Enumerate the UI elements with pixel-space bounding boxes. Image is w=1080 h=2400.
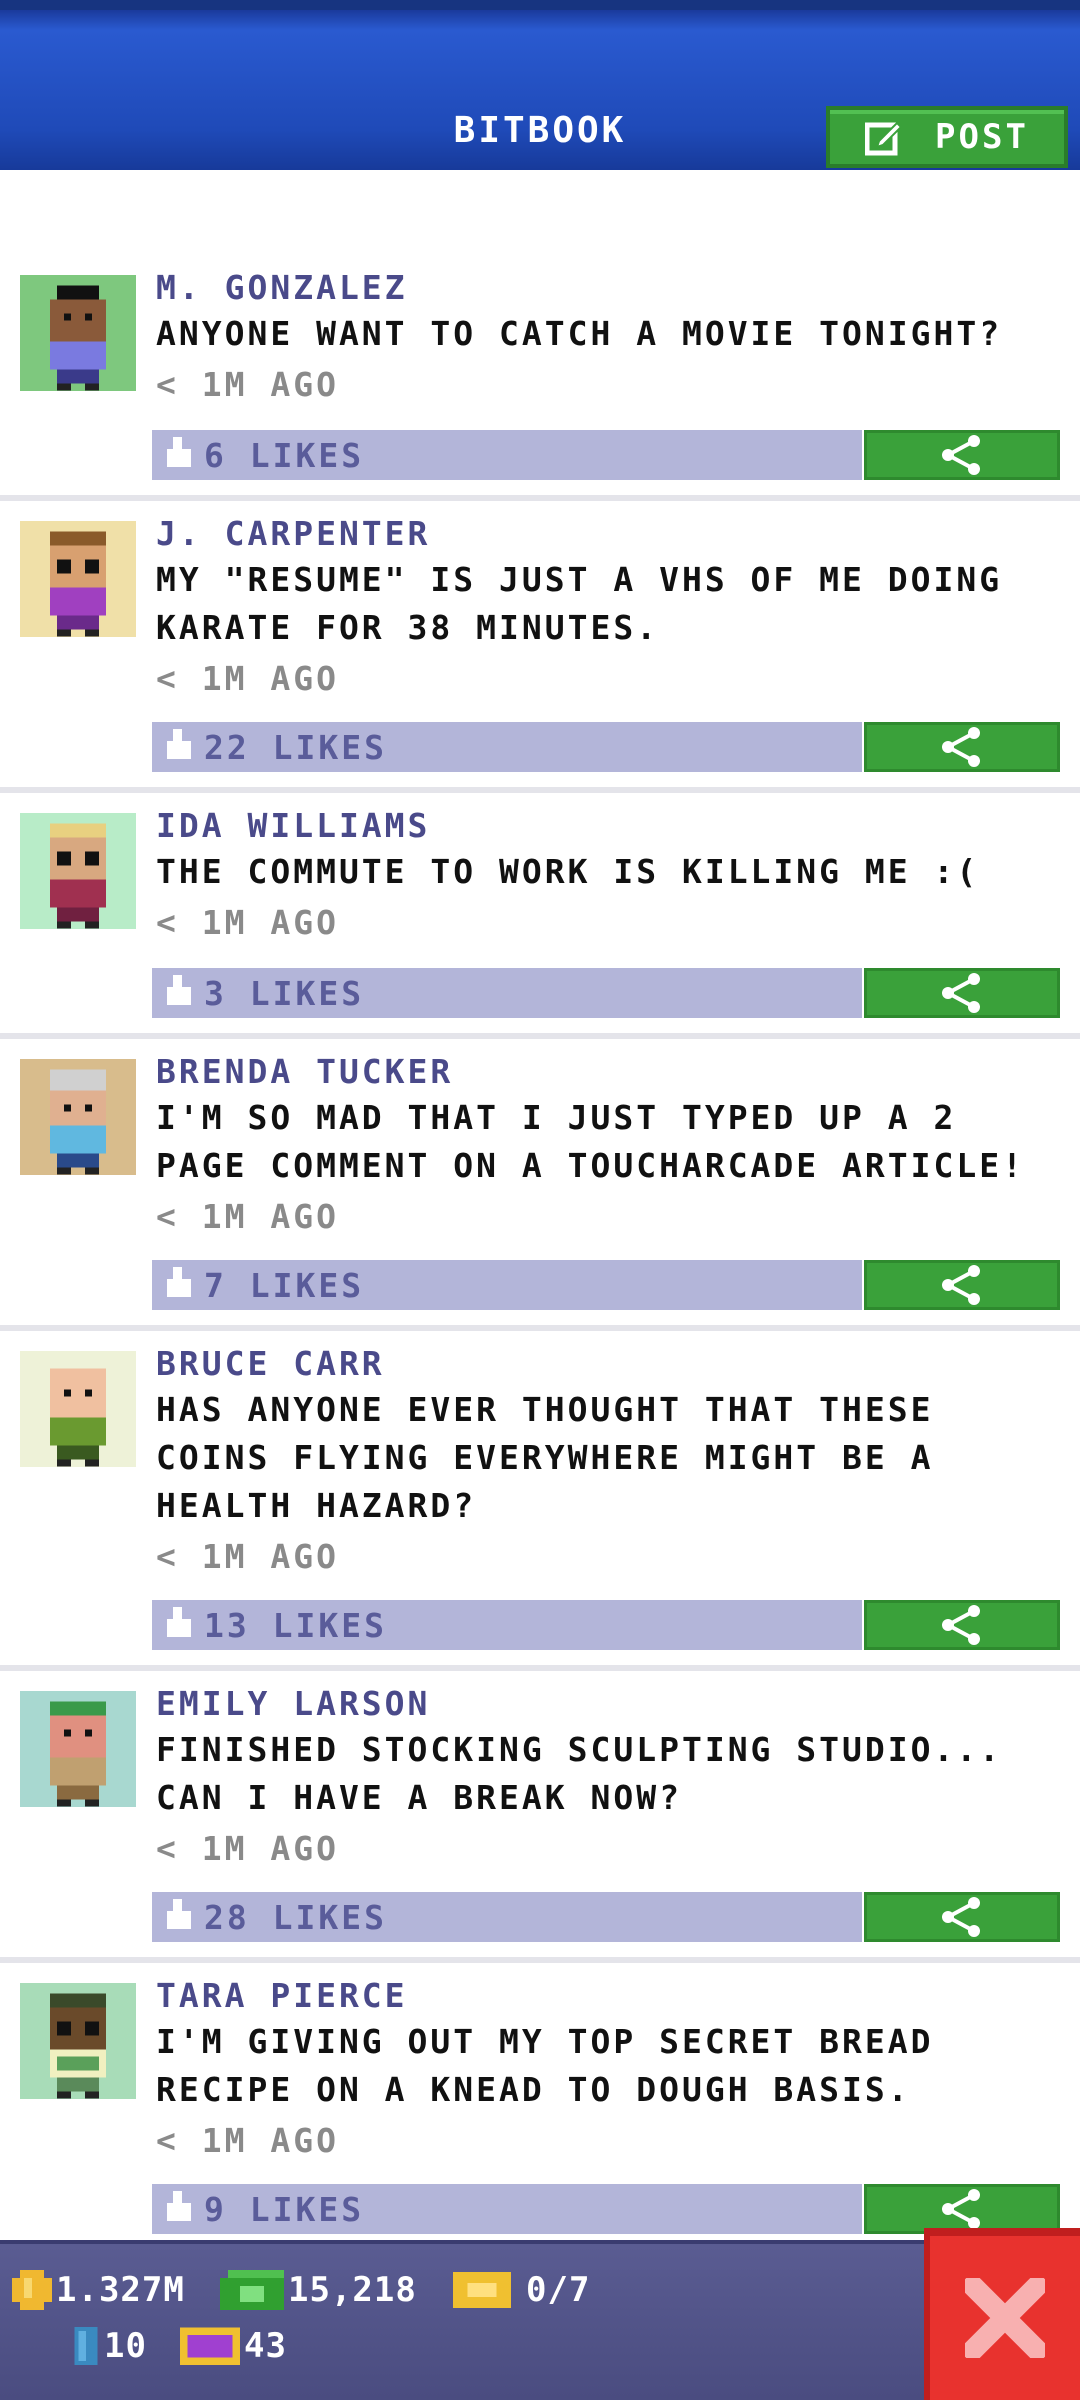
share-icon bbox=[942, 1265, 980, 1305]
coins-value: 1.327M bbox=[56, 2270, 185, 2310]
share-button[interactable] bbox=[864, 1260, 1060, 1310]
divider bbox=[0, 1957, 1080, 1963]
post-message: THE COMMUTE TO WORK IS KILLING ME :( bbox=[156, 852, 980, 891]
like-button[interactable]: 22 LIKES bbox=[152, 722, 862, 772]
post-author[interactable]: J. CARPENTER bbox=[156, 514, 430, 553]
bux-icon bbox=[180, 2327, 240, 2365]
post-time: < 1M AGO bbox=[156, 1537, 339, 1576]
like-count: 7 LIKES bbox=[204, 1265, 365, 1305]
post-time: < 1M AGO bbox=[156, 365, 339, 404]
post-button-label: POST bbox=[935, 117, 1029, 157]
like-button[interactable]: 7 LIKES bbox=[152, 1260, 862, 1310]
avatar-figure bbox=[50, 1368, 106, 1467]
like-button[interactable]: 6 LIKES bbox=[152, 430, 862, 480]
like-count: 9 LIKES bbox=[204, 2189, 365, 2229]
post-author[interactable]: BRUCE CARR bbox=[156, 1344, 385, 1383]
thumbs-up-icon bbox=[167, 729, 191, 759]
avatar[interactable] bbox=[20, 1691, 136, 1807]
avatar-figure bbox=[50, 1069, 106, 1175]
bit-icon bbox=[74, 2327, 98, 2365]
share-button[interactable] bbox=[864, 1892, 1060, 1942]
avatar[interactable] bbox=[20, 1351, 136, 1467]
like-count: 13 LIKES bbox=[204, 1605, 387, 1645]
like-count: 22 LIKES bbox=[204, 727, 387, 767]
post-message: ANYONE WANT TO CATCH A MOVIE TONIGHT? bbox=[156, 314, 1003, 353]
share-icon bbox=[942, 727, 980, 767]
divider bbox=[0, 495, 1080, 501]
post-time: < 1M AGO bbox=[156, 1197, 339, 1236]
share-button[interactable] bbox=[864, 430, 1060, 480]
like-button[interactable]: 13 LIKES bbox=[152, 1600, 862, 1650]
post-author[interactable]: TARA PIERCE bbox=[156, 1976, 408, 2015]
avatar-figure bbox=[50, 823, 106, 929]
divider bbox=[0, 787, 1080, 793]
cash-stat[interactable]: 15,218 bbox=[220, 2270, 417, 2310]
bux-value: 43 bbox=[244, 2326, 287, 2366]
divider bbox=[0, 1033, 1080, 1039]
share-icon bbox=[942, 1897, 980, 1937]
avatar-figure bbox=[50, 531, 106, 637]
like-count: 3 LIKES bbox=[204, 973, 365, 1013]
thumbs-up-icon bbox=[167, 1899, 191, 1929]
like-button[interactable]: 3 LIKES bbox=[152, 968, 862, 1018]
divider bbox=[0, 1665, 1080, 1671]
avatar[interactable] bbox=[20, 1983, 136, 2099]
bits-value: 10 bbox=[104, 2326, 147, 2366]
post-author[interactable]: IDA WILLIAMS bbox=[156, 806, 430, 845]
cash-value: 15,218 bbox=[288, 2270, 417, 2310]
post-message: I'M SO MAD THAT I JUST TYPED UP A 2 PAGE… bbox=[156, 1098, 1025, 1185]
share-button[interactable] bbox=[864, 722, 1060, 772]
post-button[interactable]: POST bbox=[826, 106, 1068, 168]
ticket-icon bbox=[453, 2272, 511, 2308]
avatar[interactable] bbox=[20, 521, 136, 637]
edit-icon bbox=[865, 121, 903, 156]
avatar-figure bbox=[50, 1701, 106, 1807]
avatar[interactable] bbox=[20, 275, 136, 391]
post-message: I'M GIVING OUT MY TOP SECRET BREAD RECIP… bbox=[156, 2022, 934, 2109]
post-author[interactable]: EMILY LARSON bbox=[156, 1684, 430, 1723]
post-time: < 1M AGO bbox=[156, 903, 339, 942]
thumbs-up-icon bbox=[167, 1607, 191, 1637]
page-title: BITBOOK bbox=[453, 110, 627, 151]
post-time: < 1M AGO bbox=[156, 1829, 339, 1868]
coin-icon bbox=[12, 2270, 52, 2310]
avatar[interactable] bbox=[20, 813, 136, 929]
share-icon bbox=[942, 1605, 980, 1645]
post-time: < 1M AGO bbox=[156, 2121, 339, 2160]
share-icon bbox=[942, 973, 980, 1013]
tickets-value: 0/7 bbox=[526, 2270, 591, 2310]
post-author[interactable]: M. GONZALEZ bbox=[156, 268, 408, 307]
resource-bar: 1.327M 15,218 0/7 10 43 bbox=[0, 2240, 1080, 2400]
share-icon bbox=[942, 435, 980, 475]
post-message: FINISHED STOCKING SCULPTING STUDIO... CA… bbox=[156, 1730, 1003, 1817]
share-button[interactable] bbox=[864, 968, 1060, 1018]
divider bbox=[0, 1325, 1080, 1331]
bits-stat[interactable]: 10 bbox=[72, 2326, 147, 2366]
post-message: HAS ANYONE EVER THOUGHT THAT THESE COINS… bbox=[156, 1390, 934, 1525]
close-button[interactable] bbox=[924, 2228, 1080, 2400]
cash-icon bbox=[220, 2270, 284, 2310]
share-button[interactable] bbox=[864, 2184, 1060, 2234]
like-count: 6 LIKES bbox=[204, 435, 365, 475]
like-button[interactable]: 9 LIKES bbox=[152, 2184, 862, 2234]
close-icon bbox=[965, 2278, 1045, 2358]
like-button[interactable]: 28 LIKES bbox=[152, 1892, 862, 1942]
post-message: MY "RESUME" IS JUST A VHS OF ME DOING KA… bbox=[156, 560, 1003, 647]
thumbs-up-icon bbox=[167, 1267, 191, 1297]
avatar[interactable] bbox=[20, 1059, 136, 1175]
post-author[interactable]: BRENDA TUCKER bbox=[156, 1052, 453, 1091]
avatar-figure bbox=[50, 285, 106, 391]
app-header: BITBOOK POST bbox=[0, 0, 1080, 170]
tickets-stat[interactable]: 0/7 bbox=[452, 2270, 590, 2310]
share-icon bbox=[942, 2189, 980, 2229]
avatar-figure bbox=[50, 1993, 106, 2099]
post-time: < 1M AGO bbox=[156, 659, 339, 698]
share-button[interactable] bbox=[864, 1600, 1060, 1650]
bux-stat[interactable]: 43 bbox=[180, 2326, 287, 2366]
thumbs-up-icon bbox=[167, 2191, 191, 2221]
thumbs-up-icon bbox=[167, 437, 191, 467]
like-count: 28 LIKES bbox=[204, 1897, 387, 1937]
thumbs-up-icon bbox=[167, 975, 191, 1005]
coins-stat[interactable]: 1.327M bbox=[12, 2270, 185, 2310]
